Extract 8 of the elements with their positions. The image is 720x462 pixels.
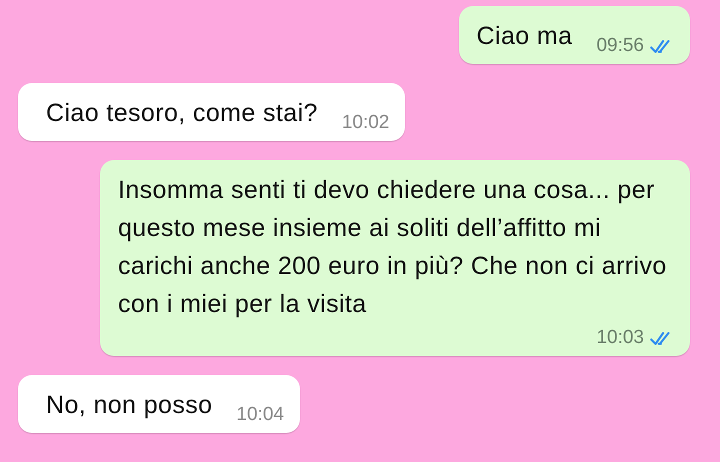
message-text: Ciao ma xyxy=(476,21,572,52)
message-time: 10:02 xyxy=(342,111,390,135)
message-time: 10:03 xyxy=(596,326,644,350)
message-time: 09:56 xyxy=(596,34,644,58)
message-time: 10:04 xyxy=(236,403,284,427)
message-text: Insomma senti ti devo chiedere una cosa... per questo mese insieme ai soliti dell’affitto mi carichi anche 200 euro in più? Che non ci arrivo con i miei per la visita xyxy=(118,175,668,320)
message-text: No, non posso xyxy=(46,390,212,421)
message-text: Ciao tesoro, come stai? xyxy=(46,98,318,129)
